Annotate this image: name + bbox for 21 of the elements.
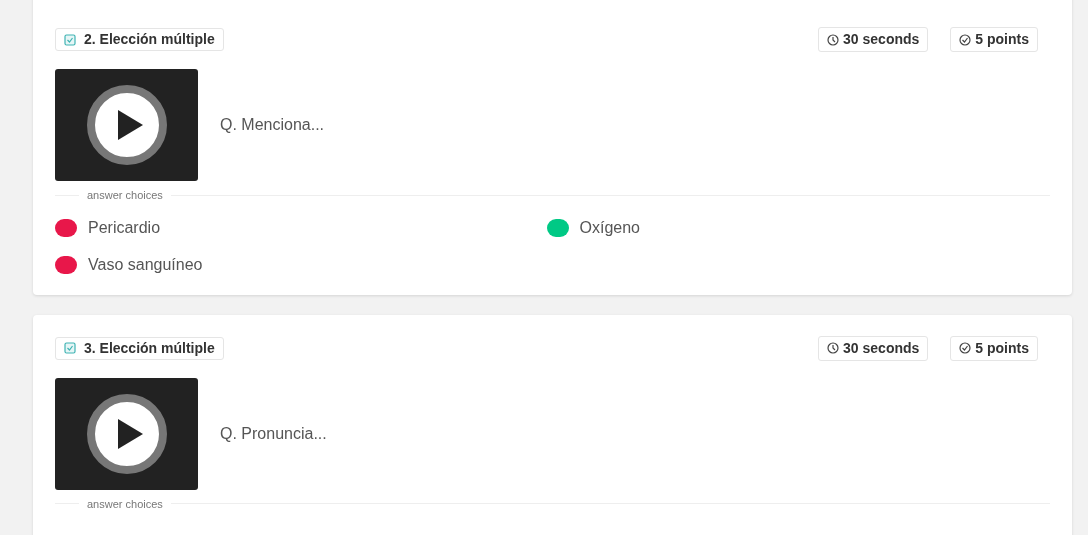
answer-choice: Oxígeno (579, 217, 640, 238)
checkbox-icon (64, 33, 76, 46)
clock-icon (827, 33, 840, 46)
question-text: Q. Pronuncia... (220, 423, 327, 444)
play-icon (86, 85, 167, 165)
play-icon (86, 393, 167, 474)
check-circle-icon (959, 33, 972, 46)
time-limit: 30 seconds (843, 30, 920, 49)
answer-choice: Vaso sanguíneo (88, 254, 203, 275)
question-type: 3. Elección múltiple (84, 338, 215, 358)
question-type: 2. Elección múltiple (84, 30, 215, 49)
check-circle-icon (959, 342, 972, 354)
checkbox-icon (64, 342, 76, 354)
answer-choice: Pericardio (88, 217, 161, 238)
points-value: 5 points (975, 338, 1029, 358)
clock-icon (827, 342, 840, 354)
points-value: 5 points (975, 30, 1029, 49)
section-label: answer choices (87, 188, 163, 203)
time-limit: 30 seconds (843, 338, 920, 358)
section-label: answer choices (87, 496, 163, 512)
question-text: Q. Menciona... (220, 115, 325, 135)
